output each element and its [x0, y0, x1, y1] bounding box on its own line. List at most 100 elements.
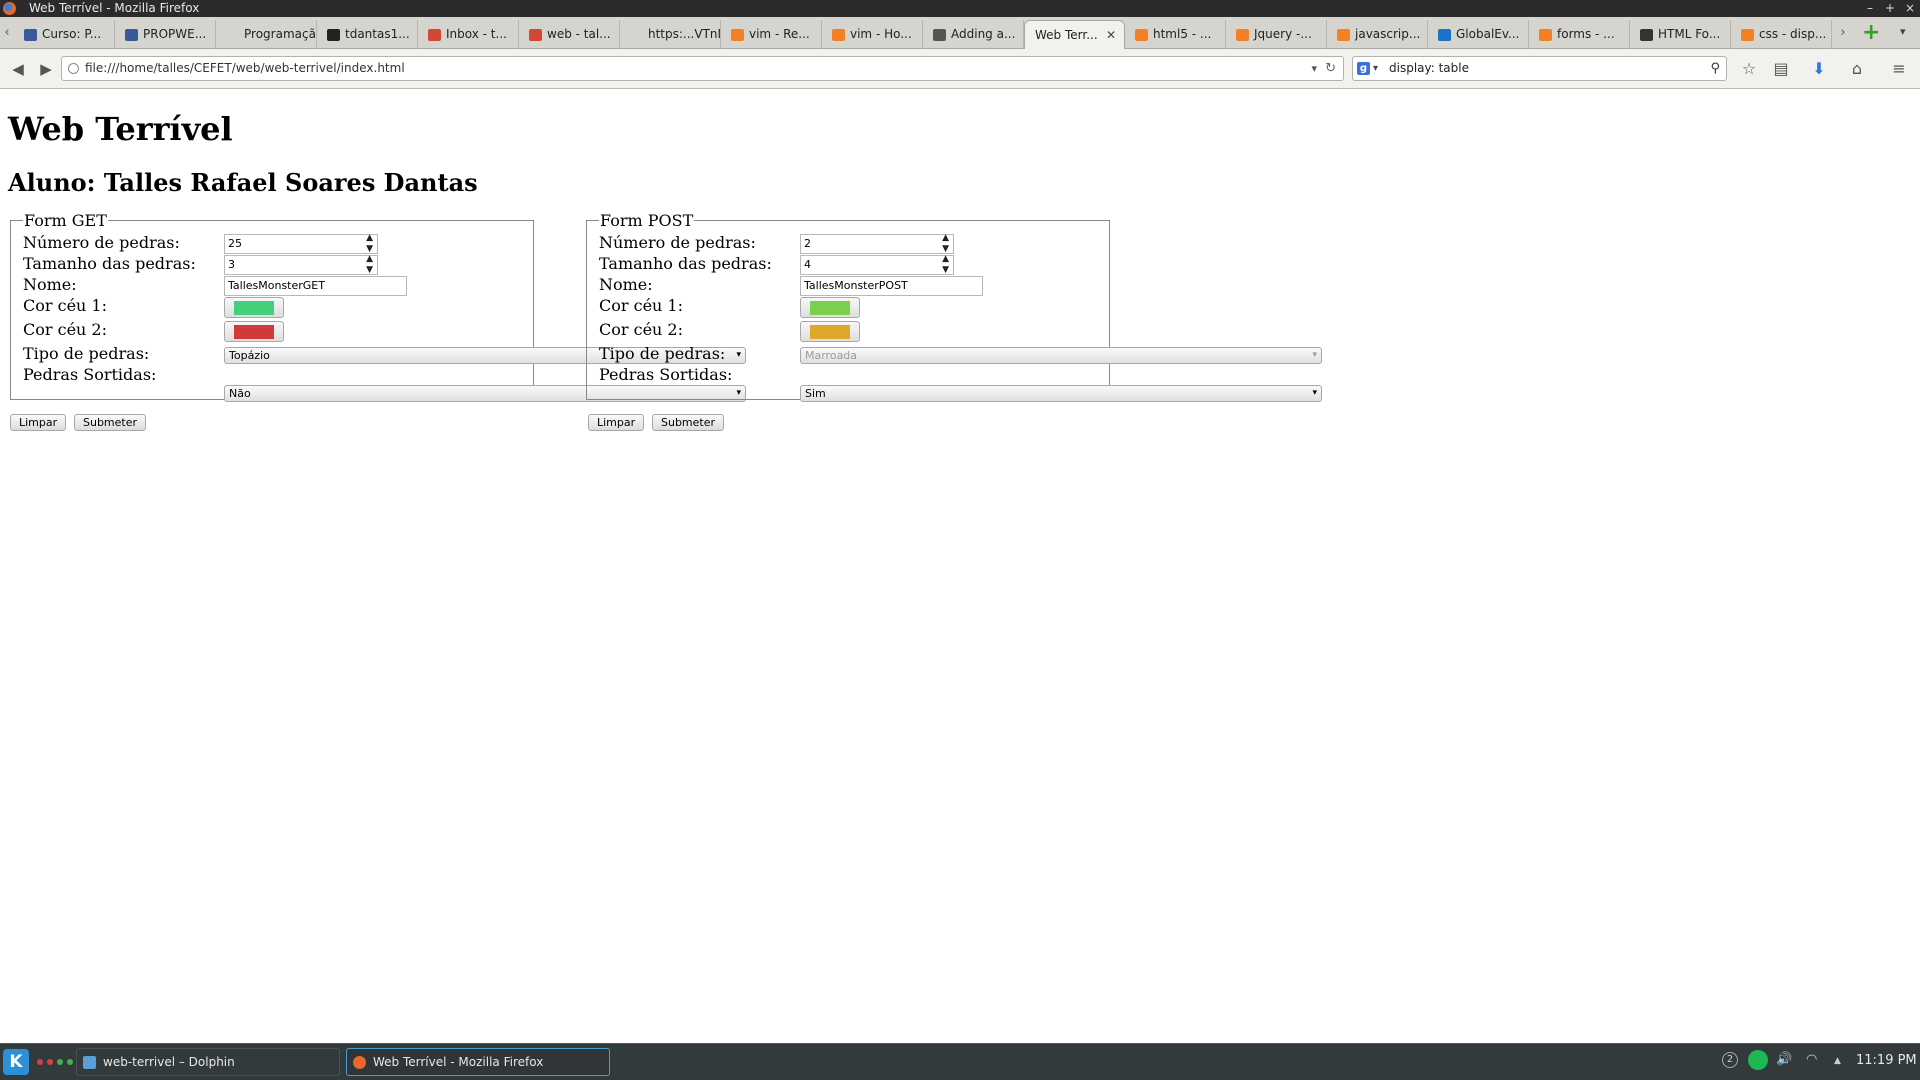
tipo-selected[interactable]: Topázio [229, 349, 270, 362]
history-dropdown-icon[interactable]: ▾ [1311, 57, 1317, 80]
bookmark-star-icon[interactable]: ☆ [1738, 58, 1760, 80]
tab-2[interactable]: Programaçã... [216, 20, 317, 49]
forward-arrow-icon[interactable]: ▶ [36, 59, 56, 79]
url-bar[interactable]: file:///home/talles/CEFET/web/web-terriv… [61, 56, 1344, 81]
tab-label: Programaçã... [244, 27, 316, 41]
form-post-legend: Form POST [599, 211, 695, 230]
sortidas-select[interactable]: Sim ▾ [800, 385, 1322, 402]
num-pedras-input[interactable]: 2 ▲ ▼ [800, 233, 954, 255]
tab-3[interactable]: tdantas1... [317, 20, 418, 49]
home-icon[interactable]: ⌂ [1846, 58, 1868, 80]
stackexchange-icon [731, 29, 744, 41]
tab-17[interactable]: css - disp... [1731, 20, 1832, 49]
label-tipo: Tipo de pedras: [599, 344, 726, 363]
bookmarks-list-icon[interactable]: ▤ [1770, 58, 1792, 80]
tab-1[interactable]: PROPWE... [115, 20, 216, 49]
num-pedras-value[interactable]: 2 [804, 237, 811, 250]
spinner-arrows-icon[interactable]: ▲ ▼ [366, 233, 373, 255]
tab-5[interactable]: web - tal... [519, 20, 620, 49]
binoculars-search-icon[interactable]: ⚲ [1710, 57, 1720, 80]
tab-label: vim - Re... [749, 27, 810, 41]
reload-icon[interactable]: ↻ [1325, 57, 1336, 80]
scroll-tabs-left-icon[interactable]: ‹ [0, 25, 14, 41]
label-sortidas: Pedras Sortidas: [599, 365, 733, 384]
tab-label: vim - Ho... [850, 27, 912, 41]
new-tab-icon[interactable]: + [1862, 20, 1880, 46]
cor1-color-picker[interactable] [800, 297, 860, 318]
tab-label: css - disp... [1759, 27, 1827, 41]
notification-badge[interactable]: 2 [1722, 1052, 1738, 1068]
window-controls: – + × [1864, 0, 1916, 17]
sortidas-selected[interactable]: Não [229, 387, 251, 400]
google-search-engine-icon[interactable]: g [1357, 62, 1370, 75]
spotify-icon[interactable] [1748, 1050, 1768, 1070]
url-text[interactable]: file:///home/talles/CEFET/web/web-terriv… [85, 57, 405, 80]
wifi-icon[interactable]: ◠ [1806, 1052, 1817, 1067]
tab-9[interactable]: Adding a... [923, 20, 1024, 49]
num-pedras-value[interactable]: 25 [228, 237, 242, 250]
search-input[interactable]: display: table [1389, 57, 1469, 80]
close-tab-icon[interactable]: ✕ [1106, 21, 1116, 49]
moodle-icon [125, 29, 138, 41]
activities-dots-icon[interactable] [37, 1059, 73, 1065]
tab-14[interactable]: GlobalEv... [1428, 20, 1529, 49]
tab-list-chevron-icon[interactable]: ▾ [1900, 25, 1906, 38]
tab-label: Jquery -... [1254, 27, 1312, 41]
task-dolphin[interactable]: web-terrivel – Dolphin [76, 1048, 340, 1076]
cor2-color-picker[interactable] [800, 321, 860, 342]
label-cor1: Cor céu 1: [23, 296, 107, 315]
tam-pedras-input[interactable]: 4 ▲ ▼ [800, 254, 954, 276]
search-engine-dropdown-icon[interactable]: ▾ [1373, 57, 1378, 80]
tray-expand-icon[interactable]: ▲ [1834, 1056, 1841, 1066]
cor1-color-picker[interactable] [224, 297, 284, 318]
kde-menu-icon[interactable]: K [3, 1049, 29, 1075]
tab-label: PROPWE... [143, 27, 207, 41]
spinner-arrows-icon[interactable]: ▲ ▼ [942, 254, 949, 276]
tam-pedras-value[interactable]: 3 [228, 258, 235, 271]
form-get-submeter-button[interactable]: Submeter [74, 414, 147, 431]
tab-13[interactable]: javascrip... [1327, 20, 1428, 49]
tab-0[interactable]: Curso: P... [14, 20, 115, 49]
maximize-button[interactable]: + [1884, 0, 1896, 17]
site-info-icon[interactable] [68, 63, 79, 74]
search-bar[interactable]: g ▾ display: table ⚲ [1352, 56, 1727, 81]
task-firefox[interactable]: Web Terrível - Mozilla Firefox [346, 1048, 610, 1076]
nome-input[interactable]: TallesMonsterPOST [800, 276, 983, 296]
gmail-icon [428, 29, 441, 41]
spinner-arrows-icon[interactable]: ▲ ▼ [366, 254, 373, 276]
back-arrow-icon[interactable]: ◀ [8, 59, 28, 79]
scroll-tabs-right-icon[interactable]: › [1836, 25, 1850, 41]
tab-4[interactable]: Inbox - t... [418, 20, 519, 49]
cor2-color-picker[interactable] [224, 321, 284, 342]
num-pedras-input[interactable]: 25 ▲ ▼ [224, 233, 378, 255]
tab-6[interactable]: https:...VTnN4 [620, 20, 721, 49]
tab-12[interactable]: Jquery -... [1226, 20, 1327, 49]
menu-hamburger-icon[interactable]: ≡ [1888, 58, 1910, 80]
tab-8[interactable]: vim - Ho... [822, 20, 923, 49]
sortidas-selected[interactable]: Sim [805, 387, 826, 400]
close-window-button[interactable]: × [1904, 0, 1916, 17]
tam-pedras-input[interactable]: 3 ▲ ▼ [224, 254, 378, 276]
spinner-arrows-icon[interactable]: ▲ ▼ [942, 233, 949, 255]
form-post-submeter-button[interactable]: Submeter [652, 414, 725, 431]
tam-pedras-value[interactable]: 4 [804, 258, 811, 271]
tab-10[interactable]: Web Terr... ✕ [1024, 20, 1125, 49]
hg-icon [1640, 29, 1653, 41]
tab-7[interactable]: vim - Re... [721, 20, 822, 49]
tab-11[interactable]: html5 - ... [1125, 20, 1226, 49]
tab-15[interactable]: forms - ... [1529, 20, 1630, 49]
nome-input[interactable]: TallesMonsterGET [224, 276, 407, 296]
downloads-arrow-icon[interactable]: ⬇ [1808, 58, 1830, 80]
dot-green [67, 1059, 73, 1065]
tab-label: Curso: P... [42, 27, 102, 41]
clock[interactable]: 11:19 PM [1856, 1053, 1917, 1068]
tab-16[interactable]: HTML Fo... [1630, 20, 1731, 49]
window-title: Web Terrível - Mozilla Firefox [29, 1, 200, 15]
volume-icon[interactable]: 🔊 [1776, 1052, 1792, 1067]
form-post-limpar-button[interactable]: Limpar [588, 414, 645, 431]
minimize-button[interactable]: – [1864, 0, 1876, 17]
color-swatch [234, 325, 274, 339]
tab-label: Adding a... [951, 27, 1016, 41]
dot-green [57, 1059, 63, 1065]
form-get-limpar-button[interactable]: Limpar [10, 414, 67, 431]
